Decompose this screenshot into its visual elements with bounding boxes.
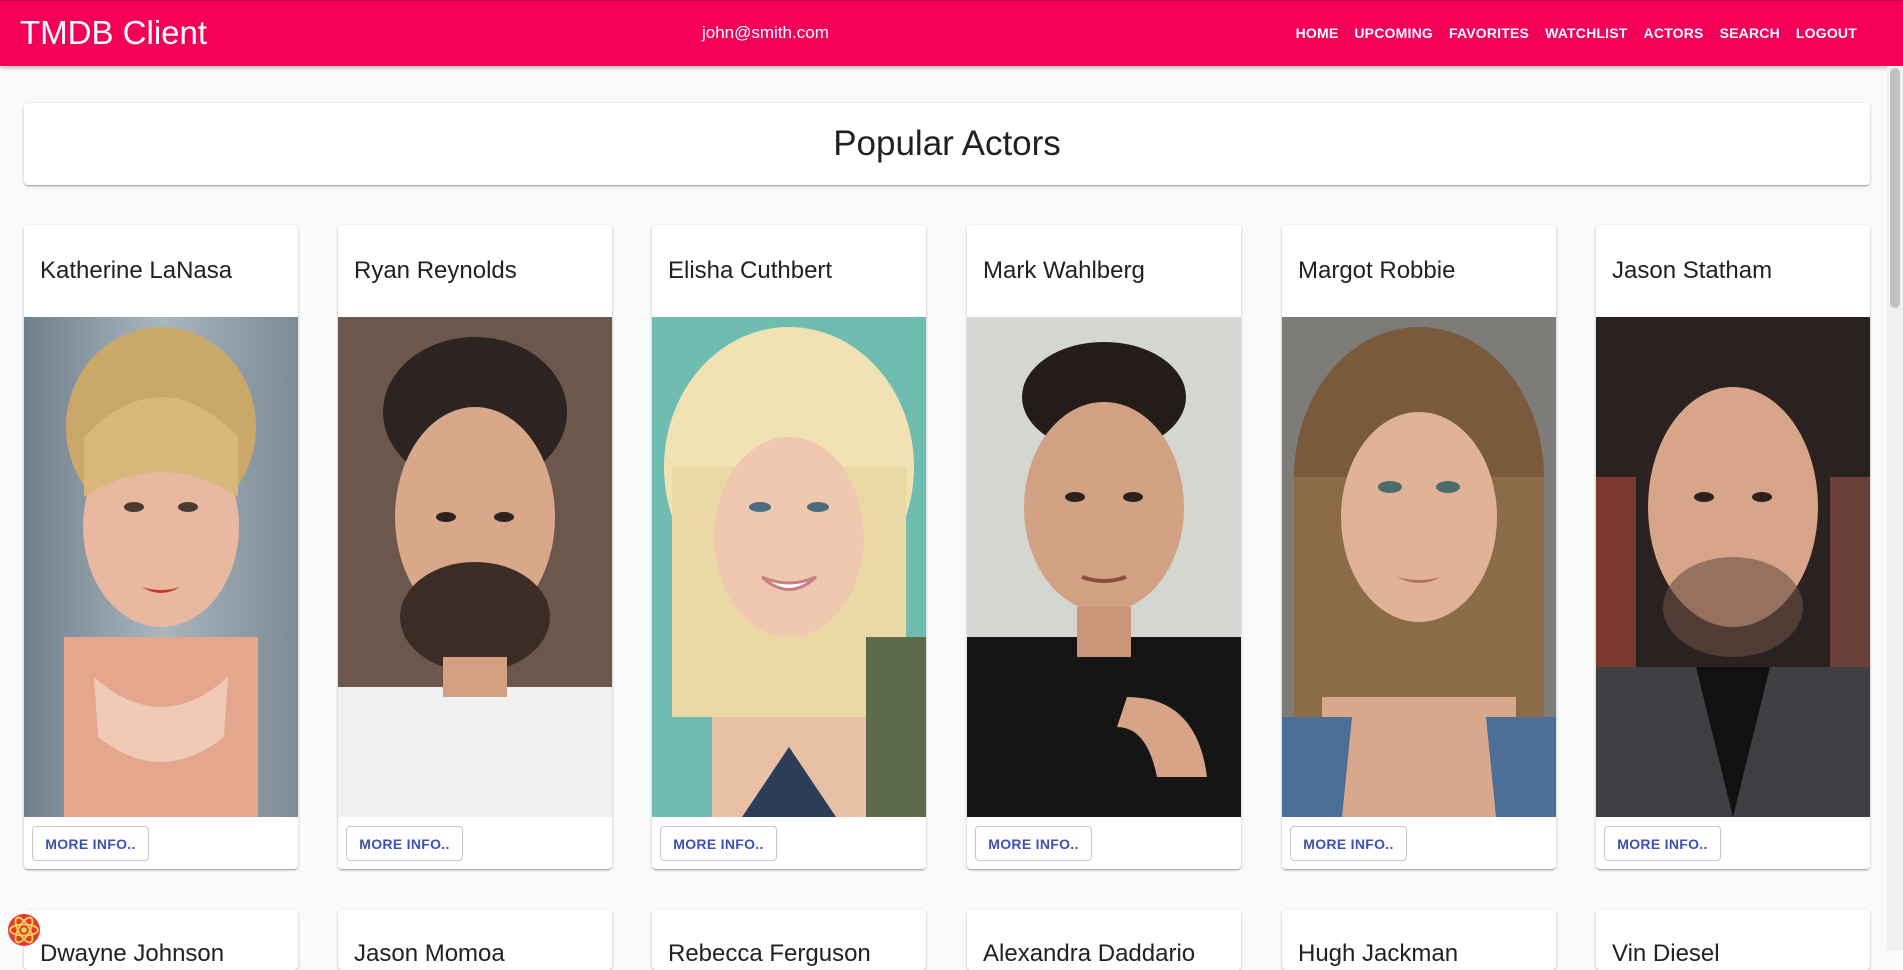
actor-photo[interactable] [24,317,298,817]
actor-card: Hugh Jackman [1282,910,1556,970]
actor-name: Vin Diesel [1612,940,1720,967]
actor-card: Margot Robbie MORE INFO.. [1282,225,1556,869]
page-title-card: Popular Actors [24,103,1870,185]
page-title: Popular Actors [833,124,1061,163]
actor-card: Elisha Cuthbert MORE INFO.. [652,225,926,869]
actor-name: Jason Statham [1612,257,1773,284]
nav-upcoming[interactable]: UPCOMING [1346,21,1441,45]
actor-name: Jason Momoa [354,940,505,967]
actor-name: Katherine LaNasa [40,257,233,284]
actor-card: Jason Statham MORE INFO.. [1596,225,1870,869]
user-email: john@smith.com [702,23,829,42]
actor-name: Elisha Cuthbert [668,257,833,284]
page-scrollbar[interactable] [1887,66,1903,951]
nav-home[interactable]: HOME [1288,21,1347,45]
more-info-button[interactable]: MORE INFO.. [32,826,149,861]
app-bar: TMDB Client john@smith.com HOME UPCOMING… [0,0,1903,66]
nav-favorites[interactable]: FAVORITES [1441,21,1537,45]
actor-name: Alexandra Daddario [983,940,1196,967]
actor-card: Rebecca Ferguson [652,910,926,970]
nav-menu: HOME UPCOMING FAVORITES WATCHLIST ACTORS… [1288,21,1865,45]
actor-name: Rebecca Ferguson [668,940,871,967]
actor-photo[interactable] [652,317,926,817]
actor-name: Margot Robbie [1298,257,1456,284]
scrollbar-thumb[interactable] [1890,68,1900,308]
nav-logout[interactable]: LOGOUT [1788,21,1865,45]
actor-name: Dwayne Johnson [40,940,225,967]
react-devtools-icon[interactable] [4,910,44,950]
more-info-button[interactable]: MORE INFO.. [1290,826,1407,861]
actor-card: Katherine LaNasa MORE INFO.. [24,225,298,869]
actor-photo[interactable] [1282,317,1556,817]
more-info-button[interactable]: MORE INFO.. [660,826,777,861]
nav-actors[interactable]: ACTORS [1636,21,1712,45]
actor-card: Alexandra Daddario [967,910,1241,970]
actor-photo[interactable] [967,317,1241,817]
nav-search[interactable]: SEARCH [1712,21,1788,45]
actor-name: Ryan Reynolds [354,257,517,284]
more-info-button[interactable]: MORE INFO.. [346,826,463,861]
actor-card: Vin Diesel [1596,910,1870,970]
actor-photo[interactable] [338,317,612,817]
actor-card: Jason Momoa [338,910,612,970]
actor-photo[interactable] [1596,317,1870,817]
actor-name: Hugh Jackman [1298,940,1459,967]
more-info-button[interactable]: MORE INFO.. [1604,826,1721,861]
more-info-button[interactable]: MORE INFO.. [975,826,1092,861]
actor-card: Ryan Reynolds MORE INFO.. [338,225,612,869]
app-title: TMDB Client [20,14,208,51]
actor-card: Mark Wahlberg MORE INFO.. [967,225,1241,869]
actor-card: Dwayne Johnson [24,910,298,970]
actor-name: Mark Wahlberg [983,257,1145,284]
nav-watchlist[interactable]: WATCHLIST [1537,21,1635,45]
